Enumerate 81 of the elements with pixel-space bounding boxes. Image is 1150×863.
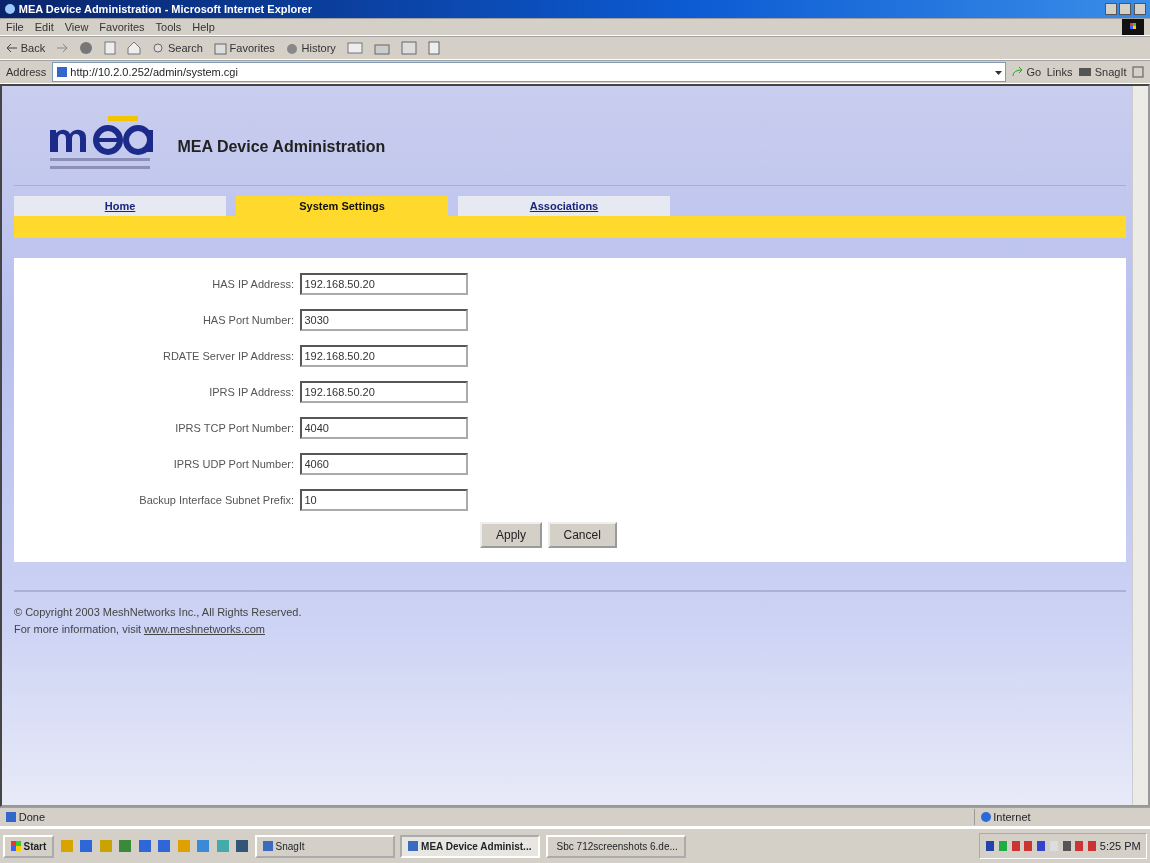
taskbar-button[interactable]: MEA Device Administ... bbox=[400, 834, 541, 858]
menu-item[interactable]: View bbox=[64, 18, 89, 36]
nav-tab[interactable]: System Settings bbox=[236, 196, 448, 216]
text-field[interactable]: 4040 bbox=[299, 417, 468, 439]
home-icon[interactable] bbox=[127, 41, 142, 55]
address-field[interactable]: http://10.2.0.252/admin/system.cgi bbox=[51, 62, 1007, 82]
quick-launch-icon[interactable] bbox=[235, 839, 250, 853]
menu-item[interactable]: Edit bbox=[34, 18, 54, 36]
text-field[interactable]: 10 bbox=[299, 489, 468, 511]
page-icon bbox=[6, 812, 16, 822]
page-icon[interactable] bbox=[427, 41, 440, 55]
field-label: HAS Port Number: bbox=[201, 312, 294, 328]
address-label: Address bbox=[6, 64, 47, 80]
text-field[interactable]: 3030 bbox=[299, 309, 468, 331]
nav-tab[interactable]: Associations bbox=[458, 196, 670, 216]
quick-launch-icon[interactable] bbox=[118, 839, 133, 853]
window-title: MEA Device Administration - Microsoft Internet Explorer bbox=[18, 1, 313, 17]
tray-icon[interactable] bbox=[1023, 840, 1034, 852]
history-button[interactable]: History bbox=[285, 39, 336, 57]
text-field[interactable]: 192.168.50.20 bbox=[299, 345, 468, 367]
start-button[interactable]: Start bbox=[2, 834, 55, 858]
maximize-button[interactable] bbox=[1119, 3, 1132, 15]
website-link[interactable]: www.meshnetworks.com bbox=[143, 620, 265, 637]
globe-icon bbox=[980, 812, 991, 822]
menu-item[interactable]: File bbox=[6, 18, 24, 36]
toolbar-glyph-icon bbox=[152, 41, 166, 55]
back-button[interactable]: Back bbox=[6, 39, 46, 57]
quick-launch-icon[interactable] bbox=[79, 839, 94, 853]
menu-item[interactable]: Tools bbox=[155, 18, 182, 36]
url-text: http://10.2.0.252/admin/system.cgi bbox=[70, 64, 238, 80]
windows-flag-icon bbox=[10, 841, 21, 851]
copyright-text: © Copyright 2003 MeshNetworks Inc., All Rights Reserved. bbox=[14, 605, 303, 620]
taskbar-button[interactable]: SnagIt bbox=[254, 834, 395, 858]
app-icon bbox=[262, 841, 273, 851]
quick-launch-icon[interactable] bbox=[157, 839, 172, 853]
clock-text: 5:25 PM bbox=[1099, 838, 1141, 854]
close-button[interactable] bbox=[1134, 3, 1146, 15]
app-icon bbox=[408, 841, 419, 851]
tray-icon[interactable] bbox=[1061, 840, 1072, 852]
field-label: IPRS IP Address: bbox=[208, 384, 294, 400]
taskbar-button[interactable]: Sbc 712screenshots 6.de... bbox=[545, 834, 686, 858]
ie-icon bbox=[4, 3, 16, 15]
page-icon bbox=[55, 66, 68, 78]
search-button[interactable]: Search bbox=[152, 39, 203, 57]
status-text: Done bbox=[18, 809, 47, 825]
text-field[interactable]: 192.168.50.20 bbox=[299, 273, 468, 295]
header-title: MEA Device Administration bbox=[177, 136, 386, 157]
zone-text: Internet bbox=[993, 809, 1031, 825]
toolbar-glyph-icon bbox=[213, 41, 227, 55]
quick-launch-icon[interactable] bbox=[137, 839, 152, 853]
cancel-button[interactable]: Cancel bbox=[547, 522, 617, 548]
forward-arrow-icon[interactable] bbox=[56, 43, 69, 53]
field-label: IPRS UDP Port Number: bbox=[172, 456, 294, 472]
scrollbar[interactable] bbox=[1132, 86, 1148, 805]
favorites-button[interactable]: Favorites bbox=[213, 39, 275, 57]
field-label: RDATE Server IP Address: bbox=[161, 348, 294, 364]
menu-item[interactable]: Help bbox=[192, 18, 215, 36]
tray-icon[interactable] bbox=[1087, 840, 1098, 852]
windows-logo-icon bbox=[1122, 19, 1144, 35]
field-label: IPRS TCP Port Number: bbox=[174, 420, 294, 436]
back-arrow-icon bbox=[6, 43, 18, 53]
tray-icon[interactable] bbox=[1074, 840, 1085, 852]
apply-button[interactable]: Apply bbox=[480, 522, 543, 548]
menu-item[interactable]: Favorites bbox=[99, 18, 145, 36]
text-field[interactable]: 4060 bbox=[299, 453, 468, 475]
nav-tab[interactable]: Home bbox=[14, 196, 226, 216]
field-label: Backup Interface Subnet Prefix: bbox=[138, 492, 294, 508]
window-icon[interactable] bbox=[1132, 66, 1144, 78]
field-label: HAS IP Address: bbox=[211, 276, 294, 292]
links-button[interactable]: Links bbox=[1046, 63, 1073, 81]
quick-launch-icon[interactable] bbox=[196, 839, 211, 853]
go-arrow-icon bbox=[1011, 67, 1024, 77]
snagit-button[interactable]: SnagIt bbox=[1077, 63, 1127, 81]
minimize-button[interactable] bbox=[1104, 3, 1117, 15]
tray-icon[interactable] bbox=[1010, 840, 1021, 852]
go-button[interactable]: Go bbox=[1011, 63, 1042, 81]
info-text: For more information, visit bbox=[14, 621, 142, 637]
text-field[interactable]: 192.168.50.20 bbox=[299, 381, 468, 403]
tray-icon[interactable] bbox=[1036, 840, 1047, 852]
tray-icon[interactable] bbox=[985, 840, 996, 852]
toolbar-glyph-icon bbox=[285, 41, 299, 55]
